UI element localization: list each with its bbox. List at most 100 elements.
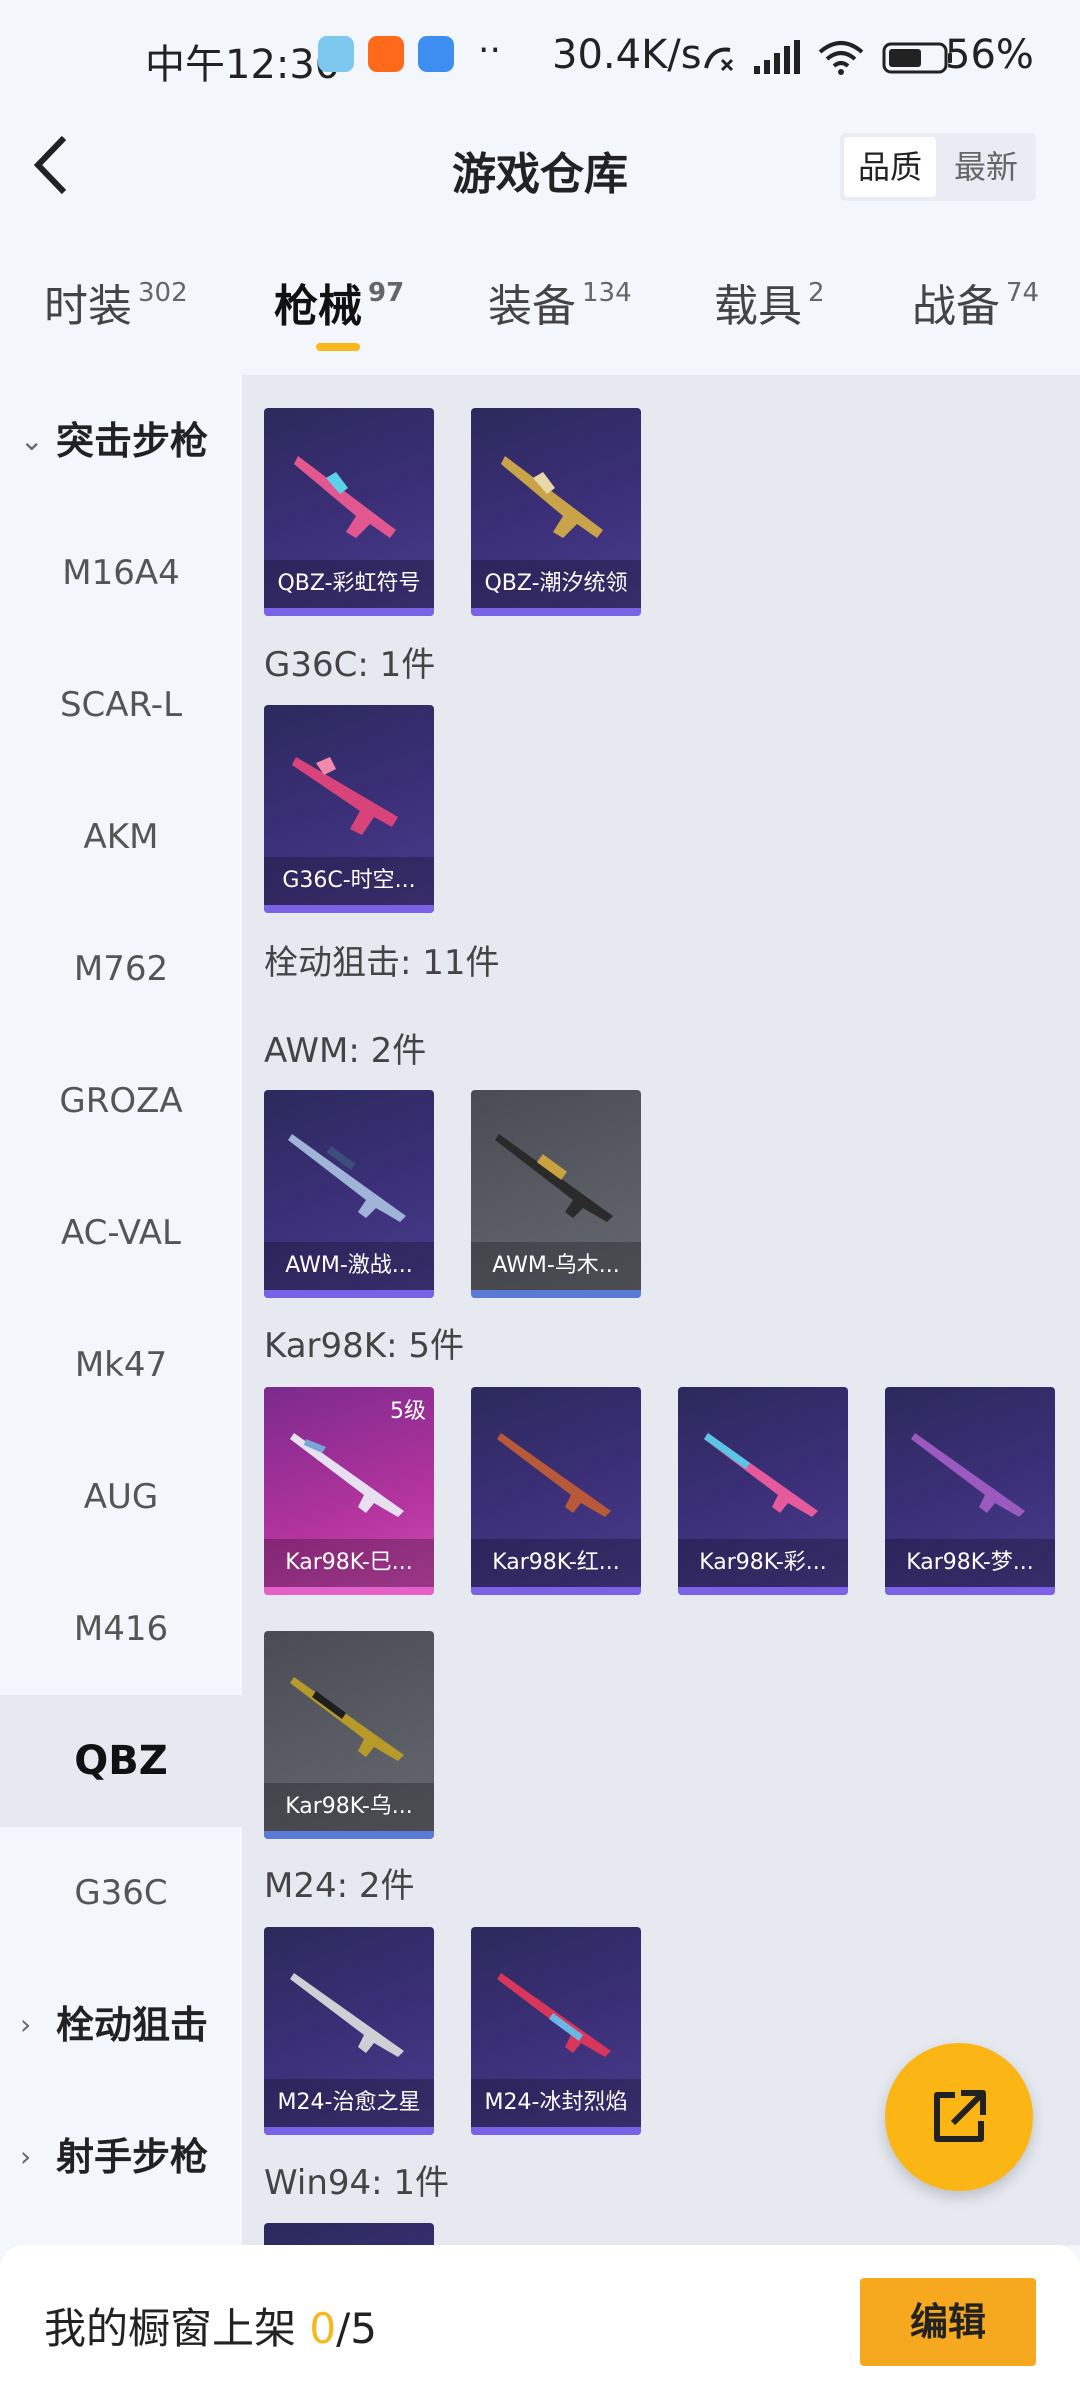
skin-card[interactable]: M24-治愈之星 [264,1927,434,2135]
tab-count: 134 [582,278,632,308]
skin-name: Kar98K-巳... [264,1539,434,1587]
sort-toggle: 品质 最新 [840,133,1036,201]
rifle-icon [501,456,603,538]
rarity-bar [264,1831,434,1839]
battery-icon [882,42,952,74]
tab-label: 枪械 [274,281,362,332]
section-label-awm: AWM: 2件 [264,1031,427,1071]
sidebar-item-m416[interactable]: M416 [0,1563,242,1695]
sidebar-item-scar-l[interactable]: SCAR-L [0,639,242,771]
skin-name: AWM-激战... [264,1242,434,1290]
sidebar-item-groza[interactable]: GROZA [0,1035,242,1167]
tab-equipment[interactable]: 装备 134 [488,270,632,334]
tab-label: 时装 [44,281,132,332]
sniper-rifle-icon [290,1677,404,1761]
chevron-right-icon: › [20,2008,32,2041]
skin-card[interactable]: AWM-乌木... [471,1090,641,1298]
battery-percent: 56% [945,32,1034,78]
skin-card[interactable]: Kar98K-红... [471,1387,641,1595]
tab-supplies[interactable]: 战备 74 [912,270,1039,334]
sniper-rifle-icon [288,1134,406,1222]
sidebar-item-m762[interactable]: M762 [0,903,242,1035]
tab-count: 97 [368,278,405,308]
showcase-total: /5 [336,2304,377,2353]
active-tab-indicator [316,343,360,351]
rarity-bar [264,1587,434,1595]
notification-icons [318,36,454,72]
signal-icon [754,40,800,74]
skin-card[interactable]: Kar98K-彩... [678,1387,848,1595]
sniper-rifle-icon [495,1134,613,1222]
sidebar-item-mk47[interactable]: Mk47 [0,1299,242,1431]
external-link-icon [934,2090,986,2142]
rifle-icon [292,757,398,835]
skin-name: Kar98K-彩... [678,1539,848,1587]
category-tabs: 时装 302 枪械 97 装备 134 载具 2 战备 74 [0,250,1080,360]
section-label-m24: M24: 2件 [264,1866,415,1906]
tab-label: 战备 [912,281,1000,332]
chevron-down-icon: ⌄ [20,424,44,457]
sidebar-item-m16a4[interactable]: M16A4 [0,507,242,639]
showcase-label: 我的橱窗上架 0/5 [44,2295,377,2356]
skin-name: QBZ-潮汐统领 [471,560,641,608]
sniper-rifle-icon [290,1973,404,2057]
skin-card[interactable] [264,2223,434,2245]
missed-call-icon [704,47,734,72]
rarity-bar [264,1290,434,1298]
sidebar-item-g36c[interactable]: G36C [0,1827,242,1959]
skin-name: M24-治愈之星 [264,2079,434,2127]
tab-label: 装备 [488,281,576,332]
section-label-bolt-action: 栓动狙击: 11件 [264,943,500,983]
sniper-rifle-icon [704,1433,818,1517]
sidebar-item-akm[interactable]: AKM [0,771,242,903]
system-icons [700,40,954,76]
section-label-kar98k: Kar98K: 5件 [264,1326,464,1366]
sort-quality-button[interactable]: 品质 [844,137,936,197]
skin-card[interactable]: Kar98K-梦... [885,1387,1055,1595]
rarity-bar [471,608,641,616]
sort-newest-button[interactable]: 最新 [940,137,1032,197]
skin-card[interactable]: QBZ-彩虹符号 [264,408,434,616]
rarity-bar [678,1587,848,1595]
app-notification-icon [318,36,354,72]
skin-card[interactable]: 5级 Kar98K-巳... [264,1387,434,1595]
sidebar-group-bolt-action[interactable]: › 栓动狙击 [0,1959,242,2091]
rarity-bar [471,1290,641,1298]
sidebar-item-label: 栓动狙击 [56,2003,209,2047]
tab-label: 载具 [714,281,802,332]
status-time: 中午12:30 [145,42,341,88]
skin-card[interactable]: M24-冰封烈焰 [471,1927,641,2135]
tab-fashion[interactable]: 时装 302 [44,270,188,334]
sidebar-item-ac-val[interactable]: AC-VAL [0,1167,242,1299]
sidebar-item-label: 射手步枪 [56,2135,209,2179]
skin-card[interactable]: G36C-时空... [264,705,434,913]
sniper-rifle-icon [497,1973,611,2057]
tab-count: 302 [138,278,188,308]
rifle-icon [294,456,396,538]
skin-name: G36C-时空... [264,857,434,905]
skin-name: Kar98K-红... [471,1539,641,1587]
rarity-bar [885,1587,1055,1595]
sniper-rifle-icon [911,1433,1025,1517]
skin-name: QBZ-彩虹符号 [264,560,434,608]
sidebar-group-marksman[interactable]: › 射手步枪 [0,2091,242,2223]
tab-vehicles[interactable]: 载具 2 [714,270,825,334]
tab-count: 2 [808,278,825,308]
sniper-rifle-icon [290,1433,404,1517]
skin-card[interactable]: AWM-激战... [264,1090,434,1298]
skin-card[interactable]: Kar98K-乌... [264,1631,434,1839]
edit-button[interactable]: 编辑 [860,2278,1036,2366]
sniper-rifle-icon [497,1433,611,1517]
showcase-bar: 我的橱窗上架 0/5 编辑 [0,2245,1080,2400]
card-app-icon [418,36,454,72]
sidebar-item-aug[interactable]: AUG [0,1431,242,1563]
showcase-current: 0 [309,2304,337,2353]
tab-weapons[interactable]: 枪械 97 [274,270,404,334]
skin-name: AWM-乌木... [471,1242,641,1290]
network-speed: 30.4K/s [552,32,702,78]
sidebar-group-assault-rifles[interactable]: ⌄ 突击步枪 [0,375,242,507]
skin-card[interactable]: QBZ-潮汐统领 [471,408,641,616]
share-button[interactable] [885,2043,1033,2191]
mi-app-icon [368,36,404,72]
sidebar-item-qbz[interactable]: QBZ [0,1695,242,1827]
